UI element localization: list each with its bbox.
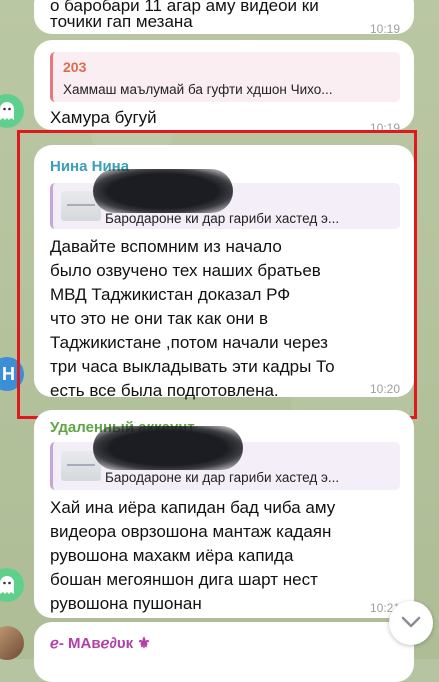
reply-quote[interactable]: 203 Хаммаш маълумай ба гуфти хдшон Чихо.… [50, 52, 400, 102]
sender-name[interactable]: ℯ- ΜΑвℯ∂υк ⚜ [50, 632, 151, 656]
scroll-down-button[interactable] [389, 601, 433, 645]
message-time: 10:19 [369, 22, 400, 36]
reply-text: Хаммаш маълумай ба гуфти хдшон Чихо... [63, 82, 333, 97]
reply-quote[interactable]: Бародароне ки дар гариби хастед э... [50, 426, 400, 490]
redaction-blob [93, 426, 243, 470]
reply-text: Бародароне ки дар гариби хастед э... [105, 470, 340, 485]
message-bubble-top[interactable]: о баробари 11 агар аму видеои ки точики … [34, 0, 414, 36]
message-text: точики гап мезана [50, 12, 193, 31]
reply-sender: 203 [63, 59, 87, 75]
message-bubble-last[interactable]: ℯ- ΜΑвℯ∂υк ⚜ [34, 622, 414, 682]
message-text: Хамура бугуй [50, 108, 157, 127]
message-text: Хай ина иёра капидан бад чиба аму видеор… [50, 498, 336, 613]
chevron-down-icon [401, 616, 421, 628]
highlight-frame [17, 130, 417, 419]
message-bubble-203[interactable]: 203 Хаммаш маълумай ба гуфти хдшон Чихо.… [34, 40, 414, 135]
message-bubble-deleted[interactable]: Удаленный аккаунт Бародароне ки дар гари… [34, 410, 414, 618]
